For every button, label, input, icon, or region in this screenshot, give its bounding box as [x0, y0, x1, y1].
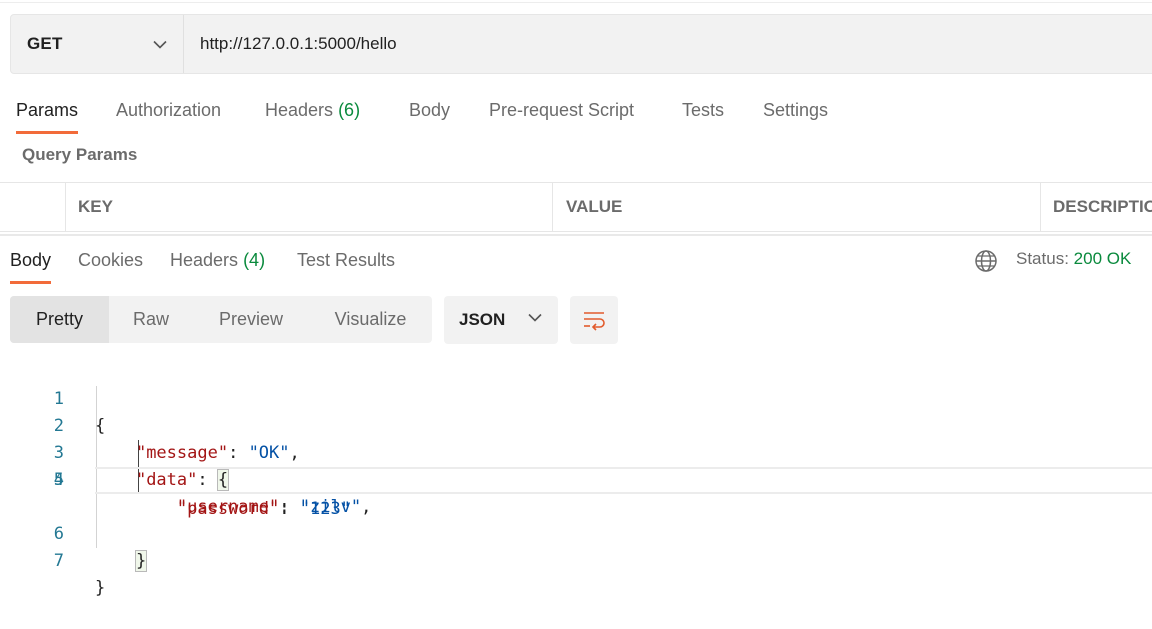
- format-select[interactable]: JSON: [444, 296, 558, 344]
- tab-settings-label: Settings: [763, 100, 829, 120]
- response-tab-headers[interactable]: Headers (4): [170, 238, 265, 284]
- request-tabs: Params Authorization Headers (6) Body Pr…: [0, 86, 1152, 136]
- code-line: 4 "username": "zilv",: [0, 440, 1152, 517]
- tab-pre-request-script-label: Pre-request Script: [489, 100, 635, 120]
- response-tab-cookies[interactable]: Cookies: [78, 238, 143, 284]
- top-divider: [0, 2, 1152, 3]
- line-number: 7: [53, 551, 64, 571]
- tab-authorization-label: Authorization: [116, 100, 222, 120]
- response-tab-cookies-label: Cookies: [78, 250, 144, 270]
- tab-params[interactable]: Params: [16, 86, 79, 134]
- headers-count-badge: (6): [338, 100, 361, 120]
- view-visualize-button[interactable]: Visualize: [309, 296, 432, 343]
- tab-body[interactable]: Body: [409, 86, 450, 134]
- status-value: 200 OK: [1073, 249, 1132, 268]
- column-divider: [552, 183, 553, 231]
- wrap-lines-button[interactable]: [570, 296, 618, 344]
- column-divider: [1040, 183, 1041, 231]
- code-line-current: "password": "123": [95, 467, 1152, 519]
- code-line: 3 "data": {: [0, 413, 1152, 491]
- tab-pre-request-script[interactable]: Pre-request Script: [489, 86, 634, 134]
- response-headers-count-badge: (4): [243, 250, 266, 270]
- params-table-header: KEY VALUE DESCRIPTIO: [0, 182, 1152, 232]
- column-description: DESCRIPTIO: [1053, 197, 1152, 216]
- response-tab-body-label: Body: [10, 250, 52, 270]
- pane-resize-handle[interactable]: [0, 234, 1152, 236]
- globe-icon[interactable]: [974, 249, 998, 273]
- response-status: Status: 200 OK: [1016, 249, 1131, 269]
- code-line: 6 }: [0, 494, 1152, 572]
- tab-headers-label: Headers: [265, 100, 334, 120]
- view-raw-button[interactable]: Raw: [109, 296, 193, 343]
- tab-tests[interactable]: Tests: [682, 86, 724, 134]
- url-input[interactable]: http://127.0.0.1:5000/hello: [184, 15, 1152, 73]
- response-tab-body[interactable]: Body: [10, 238, 52, 284]
- format-label: JSON: [459, 310, 506, 329]
- tab-body-label: Body: [409, 100, 451, 120]
- column-key: KEY: [78, 197, 113, 216]
- tab-params-label: Params: [16, 100, 79, 120]
- tab-authorization[interactable]: Authorization: [116, 86, 221, 134]
- view-mode-group: Pretty Raw Preview Visualize: [10, 296, 432, 343]
- chevron-down-icon: [153, 40, 167, 49]
- view-pretty-button[interactable]: Pretty: [10, 296, 109, 343]
- wrap-lines-icon: [584, 312, 605, 331]
- view-preview-button[interactable]: Preview: [193, 296, 309, 343]
- response-tab-test-results-label: Test Results: [297, 250, 396, 270]
- tab-settings[interactable]: Settings: [763, 86, 828, 134]
- line-number: 5: [53, 470, 64, 490]
- request-bar: GET http://127.0.0.1:5000/hello: [10, 14, 1152, 74]
- column-value: VALUE: [566, 197, 623, 216]
- method-select[interactable]: GET: [11, 15, 184, 73]
- response-tab-headers-label: Headers: [170, 250, 239, 270]
- code-line: 1 {: [0, 359, 1152, 436]
- chevron-down-icon: [528, 313, 542, 322]
- tab-headers[interactable]: Headers (6): [265, 86, 360, 134]
- response-tab-test-results[interactable]: Test Results: [297, 238, 395, 284]
- status-label: Status:: [1016, 249, 1069, 268]
- query-params-title: Query Params: [22, 145, 138, 164]
- code-line: 7 }: [0, 521, 1152, 598]
- method-label: GET: [27, 34, 63, 53]
- tab-tests-label: Tests: [682, 100, 725, 120]
- column-divider: [65, 183, 66, 231]
- matched-brace: }: [134, 550, 148, 572]
- code-line: 2 "message": "OK",: [0, 386, 1152, 463]
- brace: }: [95, 578, 106, 598]
